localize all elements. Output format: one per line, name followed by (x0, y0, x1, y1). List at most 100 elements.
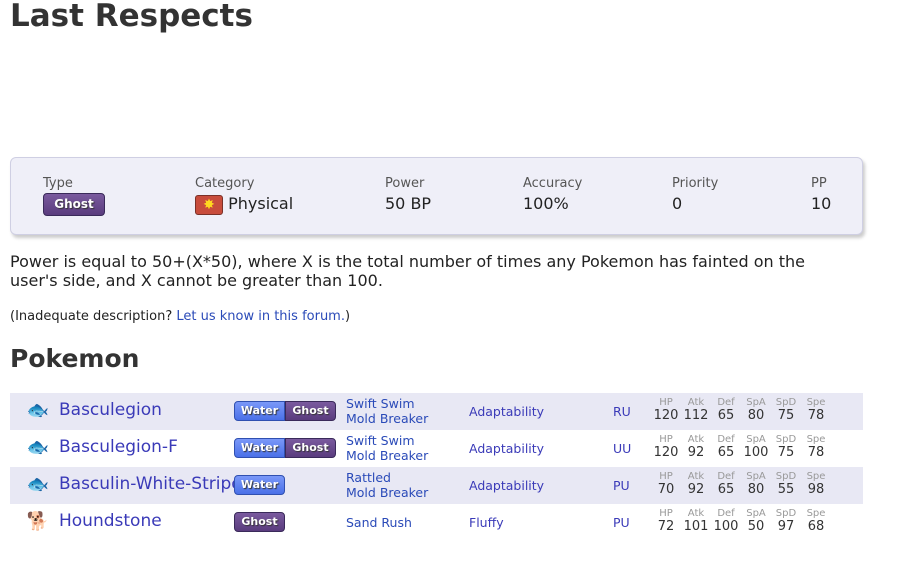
stat-value: 80 (747, 408, 765, 423)
stat-label: Spe (806, 508, 826, 519)
accuracy-value: 100% (523, 194, 569, 213)
stat-atk: Atk 101 (681, 508, 711, 534)
hidden-ability-link[interactable]: Adaptability (469, 478, 544, 493)
ability-link[interactable]: Mold Breaker (346, 411, 428, 426)
forum-link[interactable]: Let us know in this forum. (176, 309, 345, 324)
stat-label: SpD (775, 471, 797, 482)
ability-link[interactable]: Swift Swim (346, 396, 428, 411)
accuracy-label: Accuracy (523, 176, 583, 191)
type-badges: Ghost (234, 512, 285, 532)
stat-hp: HP 72 (651, 508, 681, 534)
stat-value: 65 (717, 408, 735, 423)
type-badge-ghost[interactable]: Ghost (285, 401, 336, 421)
pp-field: PP 10 (811, 176, 831, 213)
tier-link[interactable]: UU (613, 441, 631, 456)
stat-def: Def 65 (711, 434, 741, 460)
stat-value: 50 (747, 519, 765, 534)
type-badge-water[interactable]: Water (234, 401, 285, 421)
stat-spe: Spe 78 (801, 397, 831, 423)
pokemon-row[interactable]: 🐟 Basculegion-F Water Ghost Swift Swim Mold B… (10, 430, 863, 467)
ability-link[interactable]: Mold Breaker (346, 448, 428, 463)
stat-label: Def (717, 397, 735, 408)
stat-def: Def 100 (711, 508, 741, 534)
stat-spe: Spe 68 (801, 508, 831, 534)
feedback-suffix: ) (344, 309, 351, 324)
power-value: 50 BP (385, 194, 432, 213)
category-value: Physical (228, 194, 294, 213)
stat-value: 70 (657, 482, 675, 497)
stat-atk: Atk 92 (681, 434, 711, 460)
hidden-ability-link[interactable]: Fluffy (469, 515, 504, 530)
stat-spd: SpD 75 (771, 397, 801, 423)
type-badge-ghost[interactable]: Ghost (234, 512, 285, 532)
stat-atk: Atk 112 (681, 397, 711, 423)
stat-value: 65 (717, 445, 735, 460)
type-field: Type Ghost (43, 176, 105, 216)
hidden-ability-link[interactable]: Adaptability (469, 441, 544, 456)
stat-value: 68 (807, 519, 825, 534)
stat-label: SpA (746, 471, 766, 482)
tier-link[interactable]: PU (613, 478, 630, 493)
pokemon-name-link[interactable]: Basculegion-F (59, 437, 178, 457)
stat-spd: SpD 75 (771, 434, 801, 460)
stat-label: Atk (687, 508, 705, 519)
stat-value: 75 (777, 445, 795, 460)
pokemon-row[interactable]: 🐕 Houndstone Ghost Sand Rush Fluffy PU HP 72 Atk… (10, 504, 863, 541)
type-badge-ghost[interactable]: Ghost (285, 438, 336, 458)
move-info-box: Type Ghost Category ✸ Physical Power 50 … (10, 157, 863, 235)
pokemon-name-link[interactable]: Basculegion (59, 400, 162, 420)
stat-hp: HP 120 (651, 434, 681, 460)
pokemon-name-link[interactable]: Houndstone (59, 511, 162, 531)
stat-label: Def (717, 434, 735, 445)
priority-label: Priority (672, 176, 719, 191)
stat-def: Def 65 (711, 471, 741, 497)
stat-spa: SpA 100 (741, 434, 771, 460)
pokemon-sprite-icon: 🐟 (26, 400, 50, 421)
stat-def: Def 65 (711, 397, 741, 423)
stat-value: 92 (687, 445, 705, 460)
ability-link[interactable]: Swift Swim (346, 433, 428, 448)
stat-label: Def (717, 471, 735, 482)
stat-label: HP (659, 434, 673, 445)
stat-hp: HP 120 (651, 397, 681, 423)
stat-value: 97 (777, 519, 795, 534)
priority-field: Priority 0 (672, 176, 718, 213)
pokemon-name-link[interactable]: Basculin-White-Striped (59, 474, 253, 494)
power-field: Power 50 BP (385, 176, 431, 213)
pokemon-row[interactable]: 🐟 Basculegion Water Ghost Swift Swim Mold Bre… (10, 393, 863, 430)
physical-category-icon: ✸ (195, 194, 223, 215)
stat-label: Atk (687, 471, 705, 482)
ability-link[interactable]: Rattled (346, 470, 428, 485)
tier-link[interactable]: RU (613, 404, 631, 419)
stat-value: 120 (653, 445, 679, 460)
pp-value: 10 (811, 194, 832, 213)
abilities: Swift Swim Mold Breaker (346, 433, 428, 463)
type-badge-ghost[interactable]: Ghost (43, 193, 105, 216)
pokemon-row[interactable]: 🐟 Basculin-White-Striped Water Rattled Mold … (10, 467, 863, 504)
hidden-ability-link[interactable]: Adaptability (469, 404, 544, 419)
stat-value: 65 (717, 482, 735, 497)
stat-label: SpD (775, 434, 797, 445)
stat-label: SpA (746, 397, 766, 408)
accuracy-field: Accuracy 100% (523, 176, 582, 213)
stat-label: Spe (806, 397, 826, 408)
stat-value: 120 (653, 408, 679, 423)
stat-value: 100 (743, 445, 769, 460)
type-badge-water[interactable]: Water (234, 438, 285, 458)
page-title: Last Respects (10, 0, 253, 34)
feedback-note: (Inadequate description? Let us know in … (10, 309, 350, 324)
ability-link[interactable]: Sand Rush (346, 515, 412, 530)
stat-label: Spe (806, 434, 826, 445)
stat-spa: SpA 80 (741, 471, 771, 497)
power-label: Power (385, 176, 425, 191)
stat-label: Atk (687, 397, 705, 408)
tier-link[interactable]: PU (613, 515, 630, 530)
type-badge-water[interactable]: Water (234, 475, 285, 495)
abilities: Rattled Mold Breaker (346, 470, 428, 500)
stat-label: HP (659, 397, 673, 408)
priority-value: 0 (672, 194, 683, 213)
ability-link[interactable]: Mold Breaker (346, 485, 428, 500)
stat-label: HP (659, 508, 673, 519)
stat-value: 100 (713, 519, 739, 534)
stat-label: SpA (746, 508, 766, 519)
